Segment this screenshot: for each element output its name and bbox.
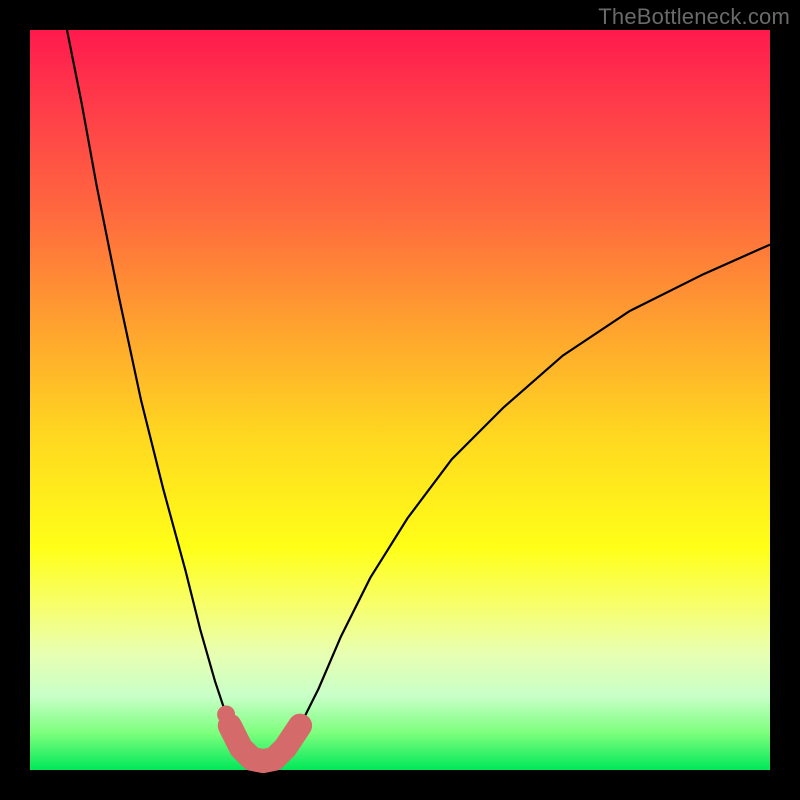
bottleneck-curve [67,30,770,761]
bottleneck-plot [30,30,770,770]
highlight-segment [230,726,300,762]
highlight-dot [217,706,235,724]
chart-area [30,30,770,770]
watermark-text: TheBottleneck.com [598,4,790,30]
